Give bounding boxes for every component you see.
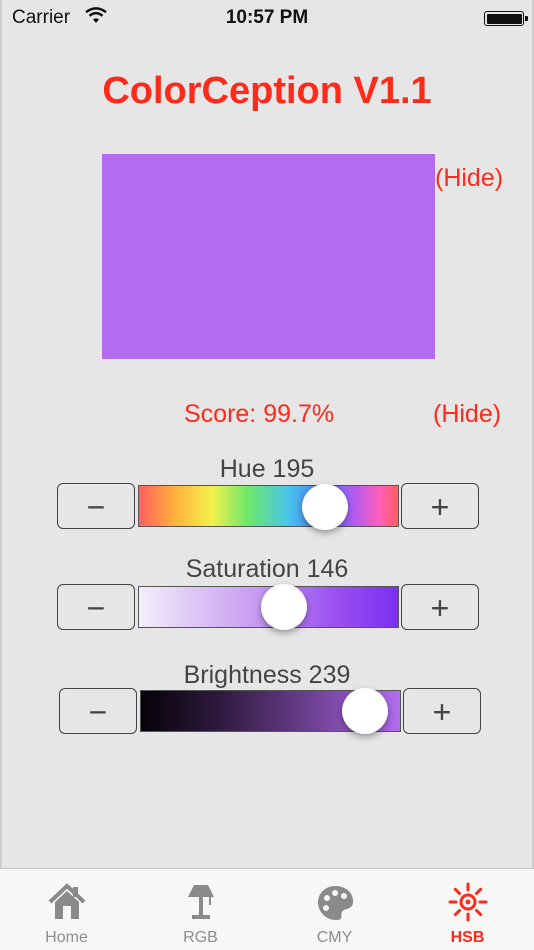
plus-icon: + — [432, 694, 452, 730]
tab-cmy-label: CMY — [316, 929, 353, 946]
tab-bar: Home RGB CMY HSB — [0, 868, 534, 950]
score-label: Score: 99.7% — [184, 400, 335, 428]
lamp-icon — [188, 885, 214, 919]
saturation-slider-thumb[interactable] — [261, 584, 307, 630]
home-icon — [48, 883, 86, 919]
minus-icon: − — [86, 590, 106, 626]
hide-swatch-button[interactable]: (Hide) — [435, 164, 503, 193]
tab-cmy[interactable]: CMY — [268, 869, 401, 950]
brightness-minus-button[interactable]: − — [59, 688, 137, 734]
hue-minus-button[interactable]: − — [57, 483, 135, 529]
plus-icon: + — [430, 489, 450, 525]
minus-icon: − — [86, 489, 106, 525]
hue-label: Hue 195 — [219, 455, 315, 483]
battery-icon — [484, 11, 528, 26]
tab-hsb-label: HSB — [450, 929, 485, 946]
hue-slider-thumb[interactable] — [302, 484, 348, 530]
clock: 10:57 PM — [225, 7, 309, 28]
tab-rgb[interactable]: RGB — [134, 869, 267, 950]
saturation-label: Saturation 146 — [185, 555, 349, 583]
status-bar: Carrier 10:57 PM — [0, 0, 534, 36]
plus-icon: + — [430, 590, 450, 626]
hue-plus-button[interactable]: + — [401, 483, 479, 529]
tab-home[interactable]: Home — [0, 869, 133, 950]
saturation-plus-button[interactable]: + — [401, 584, 479, 630]
palette-icon — [318, 886, 354, 920]
hue-slider-track[interactable] — [138, 485, 399, 527]
brightness-slider-thumb[interactable] — [342, 688, 388, 734]
brightness-plus-button[interactable]: + — [403, 688, 481, 734]
sun-icon — [448, 882, 488, 922]
brightness-label: Brightness 239 — [183, 661, 351, 689]
tab-hsb[interactable]: HSB — [401, 869, 534, 950]
color-swatch — [102, 154, 435, 359]
app-title: ColorCeption V1.1 — [102, 70, 432, 112]
minus-icon: − — [88, 694, 108, 730]
tab-home-label: Home — [45, 929, 88, 946]
tab-rgb-label: RGB — [183, 929, 218, 946]
saturation-minus-button[interactable]: − — [57, 584, 135, 630]
hide-score-button[interactable]: (Hide) — [433, 400, 501, 429]
